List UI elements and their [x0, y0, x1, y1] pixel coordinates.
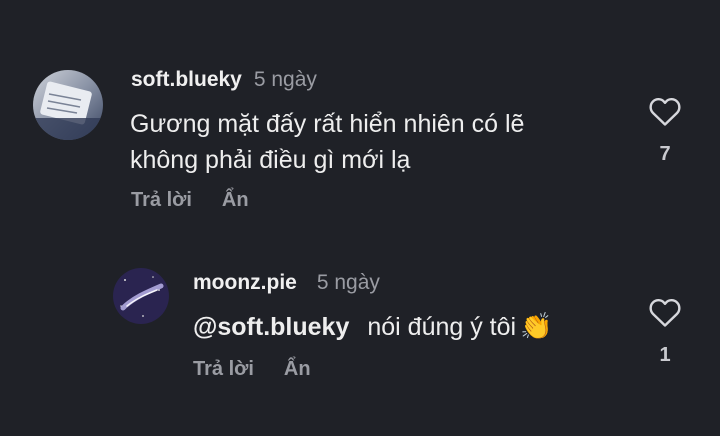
like-count: 7: [659, 143, 671, 165]
comment: soft.blueky 5 ngày Gương mặt đấy rất hiển…: [0, 0, 720, 230]
reply-actions: Trả lời Ẩn: [193, 358, 311, 381]
comment-header: soft.blueky 5 ngày: [131, 68, 317, 92]
username[interactable]: moonz.pie: [193, 271, 297, 294]
reply-header: moonz.pie 5 ngày: [193, 271, 380, 295]
comment-text: Gương mặt đấy rất hiển nhiên có lẽ không…: [130, 106, 524, 178]
timestamp: 5 ngày: [316, 271, 380, 294]
timestamp: 5 ngày: [253, 68, 317, 91]
comments-screen: soft.blueky 5 ngày Gương mặt đấy rất hiển…: [0, 0, 720, 436]
reply-text-content: nói đúng ý tôi: [367, 313, 517, 341]
like-count: 1: [659, 344, 671, 366]
hide-button[interactable]: Ẩn: [222, 189, 249, 211]
mention-link[interactable]: @soft.blueky: [193, 313, 349, 341]
clapping-hands-emoji: 👏: [520, 311, 553, 341]
heart-icon[interactable]: [645, 296, 685, 328]
reply-text: @soft.blueky nói đúng ý tôi 👏: [193, 308, 552, 345]
avatar[interactable]: [113, 268, 169, 324]
reply: moonz.pie 5 ngày @soft.blueky nói đúng ý t…: [0, 230, 720, 436]
like-control: 1: [645, 296, 685, 367]
reply-button[interactable]: Trả lời: [131, 189, 192, 211]
comment-text-line: không phải điều gì mới lạ: [130, 146, 411, 174]
heart-icon[interactable]: [645, 95, 685, 127]
avatar[interactable]: [33, 70, 103, 140]
username[interactable]: soft.blueky: [131, 68, 242, 91]
comment-actions: Trả lời Ẩn: [131, 189, 249, 212]
like-control: 7: [645, 95, 685, 166]
reply-button[interactable]: Trả lời: [193, 358, 254, 380]
comment-text-line: Gương mặt đấy rất hiển nhiên có lẽ: [130, 110, 525, 138]
hide-button[interactable]: Ẩn: [284, 358, 311, 380]
